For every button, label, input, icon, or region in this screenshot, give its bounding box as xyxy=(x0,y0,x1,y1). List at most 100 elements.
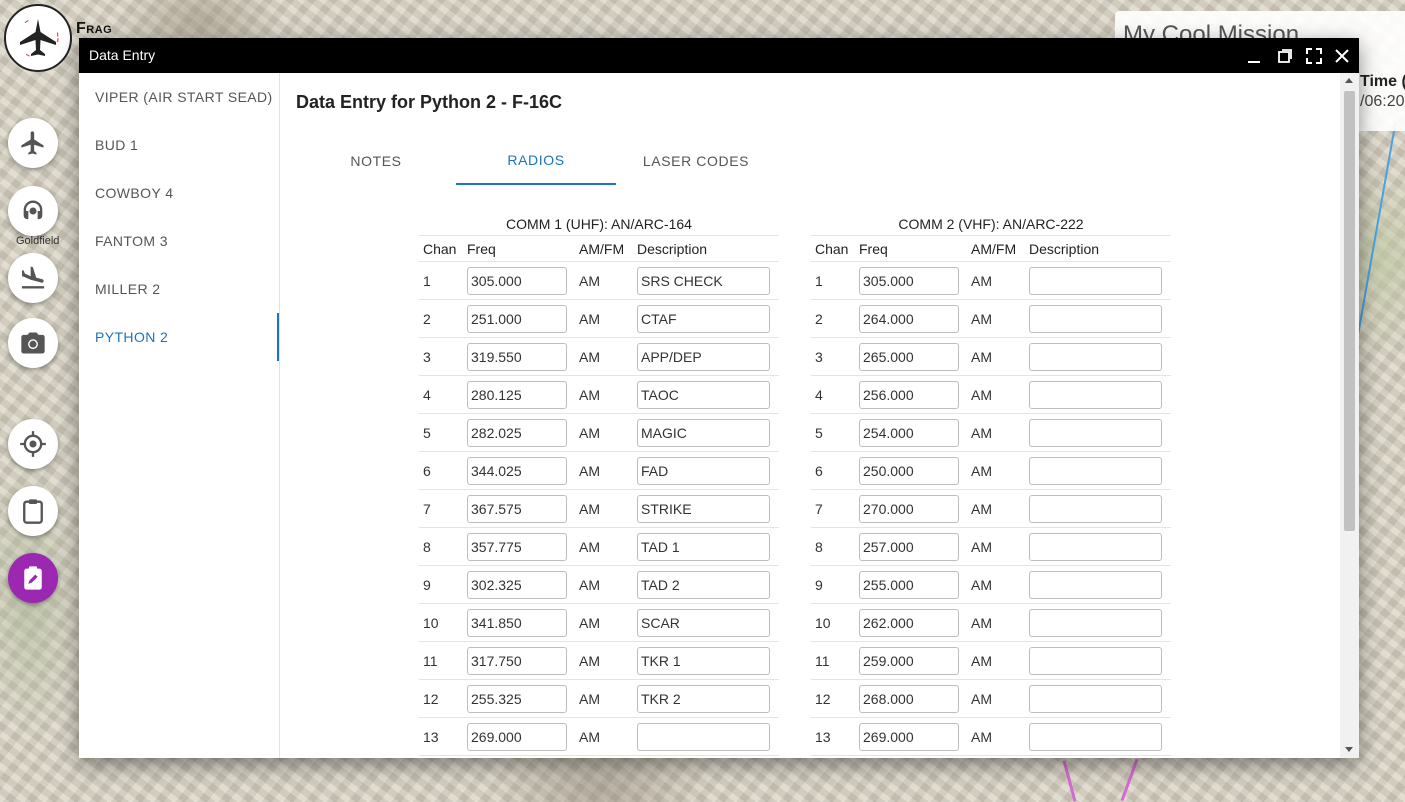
frequency-input[interactable] xyxy=(467,608,567,637)
frequency-input[interactable] xyxy=(859,380,959,409)
modulation-value: AM xyxy=(971,576,992,593)
scroll-thumb[interactable] xyxy=(1344,91,1355,531)
aircraft-button[interactable] xyxy=(8,118,58,168)
freq-cell xyxy=(467,608,575,637)
radio-row: 4 AM xyxy=(419,376,779,414)
data-entry-button[interactable] xyxy=(8,553,58,603)
dialog-titlebar[interactable]: Data Entry xyxy=(79,38,1359,73)
frequency-input[interactable] xyxy=(467,684,567,713)
frequency-input[interactable] xyxy=(467,646,567,675)
description-input[interactable] xyxy=(1029,722,1162,751)
description-input[interactable] xyxy=(637,456,770,485)
description-input[interactable] xyxy=(1029,418,1162,447)
channel-number: 3 xyxy=(815,348,823,365)
scroll-up-arrow-icon[interactable] xyxy=(1345,78,1353,83)
sidebar-item-miller[interactable]: MILLER 2 xyxy=(79,265,279,313)
frequency-input[interactable] xyxy=(467,532,567,561)
frequency-input[interactable] xyxy=(467,570,567,599)
description-input[interactable] xyxy=(637,494,770,523)
scroll-down-arrow-icon[interactable] xyxy=(1345,747,1353,752)
freq-cell xyxy=(467,494,575,523)
frequency-input[interactable] xyxy=(859,722,959,751)
frequency-input[interactable] xyxy=(467,266,567,295)
frequency-input[interactable] xyxy=(467,304,567,333)
description-input[interactable] xyxy=(637,570,770,599)
fullscreen-button[interactable] xyxy=(1303,45,1325,67)
landing-button[interactable] xyxy=(8,253,58,303)
clipboard-button[interactable] xyxy=(8,486,58,536)
description-input[interactable] xyxy=(1029,342,1162,371)
freq-cell xyxy=(859,722,967,751)
description-input[interactable] xyxy=(637,608,770,637)
description-input[interactable] xyxy=(637,646,770,675)
frequency-input[interactable] xyxy=(467,380,567,409)
frequency-input[interactable] xyxy=(859,494,959,523)
description-input[interactable] xyxy=(637,418,770,447)
restore-button[interactable] xyxy=(1274,45,1296,67)
description-input[interactable] xyxy=(1029,570,1162,599)
dialog-content: Data Entry for Python 2 - F-16C NOTES RA… xyxy=(280,73,1340,758)
camera-button[interactable] xyxy=(8,318,58,368)
frequency-input[interactable] xyxy=(859,266,959,295)
frequency-input[interactable] xyxy=(859,456,959,485)
radio-row: 2 AM xyxy=(811,300,1171,338)
target-button[interactable] xyxy=(8,419,58,469)
desc-cell xyxy=(637,456,779,485)
freq-cell xyxy=(467,456,575,485)
description-input[interactable] xyxy=(1029,456,1162,485)
channel-number: 10 xyxy=(815,614,831,631)
desc-cell xyxy=(637,532,779,561)
frequency-input[interactable] xyxy=(467,418,567,447)
description-input[interactable] xyxy=(1029,646,1162,675)
desc-cell xyxy=(1029,342,1171,371)
sidebar-item-viper[interactable]: VIPER (AIR START SEAD) xyxy=(79,73,279,121)
description-input[interactable] xyxy=(1029,380,1162,409)
frequency-input[interactable] xyxy=(467,456,567,485)
frequency-input[interactable] xyxy=(859,646,959,675)
sidebar-item-cowboy[interactable]: COWBOY 4 xyxy=(79,169,279,217)
tab-radios[interactable]: RADIOS xyxy=(456,137,616,185)
dialog-scrollbar[interactable] xyxy=(1340,73,1359,758)
description-input[interactable] xyxy=(637,532,770,561)
description-input[interactable] xyxy=(1029,608,1162,637)
description-input[interactable] xyxy=(637,266,770,295)
pilot-button[interactable] xyxy=(8,186,58,236)
app-logo[interactable] xyxy=(4,4,72,72)
frequency-input[interactable] xyxy=(467,494,567,523)
frequency-input[interactable] xyxy=(467,342,567,371)
frequency-input[interactable] xyxy=(859,608,959,637)
description-input[interactable] xyxy=(637,722,770,751)
radio-row: 9 AM xyxy=(811,566,1171,604)
frequency-input[interactable] xyxy=(859,304,959,333)
description-input[interactable] xyxy=(1029,684,1162,713)
tab-laser-codes[interactable]: LASER CODES xyxy=(616,137,776,185)
tab-notes[interactable]: NOTES xyxy=(296,137,456,185)
description-input[interactable] xyxy=(1029,304,1162,333)
radio-row: 7 AM xyxy=(419,490,779,528)
description-input[interactable] xyxy=(637,342,770,371)
frequency-input[interactable] xyxy=(859,570,959,599)
description-input[interactable] xyxy=(1029,532,1162,561)
comm1-title: COMM 1 (UHF): AN/ARC-164 xyxy=(419,213,779,236)
frequency-input[interactable] xyxy=(467,722,567,751)
desc-cell xyxy=(637,646,779,675)
frequency-input[interactable] xyxy=(859,684,959,713)
sidebar-item-fantom[interactable]: FANTOM 3 xyxy=(79,217,279,265)
modulation-value: AM xyxy=(971,386,992,403)
description-input[interactable] xyxy=(637,304,770,333)
frequency-input[interactable] xyxy=(859,342,959,371)
description-input[interactable] xyxy=(1029,266,1162,295)
radio-row: 8 AM xyxy=(419,528,779,566)
description-input[interactable] xyxy=(1029,494,1162,523)
description-input[interactable] xyxy=(637,380,770,409)
description-input[interactable] xyxy=(637,684,770,713)
close-button[interactable] xyxy=(1331,45,1353,67)
freq-cell xyxy=(859,608,967,637)
sidebar-item-python[interactable]: PYTHON 2 xyxy=(79,313,279,361)
frequency-input[interactable] xyxy=(859,418,959,447)
header-mode: AM/FM xyxy=(579,240,625,257)
desc-cell xyxy=(1029,532,1171,561)
sidebar-item-bud[interactable]: BUD 1 xyxy=(79,121,279,169)
minimize-button[interactable] xyxy=(1243,45,1265,67)
frequency-input[interactable] xyxy=(859,532,959,561)
